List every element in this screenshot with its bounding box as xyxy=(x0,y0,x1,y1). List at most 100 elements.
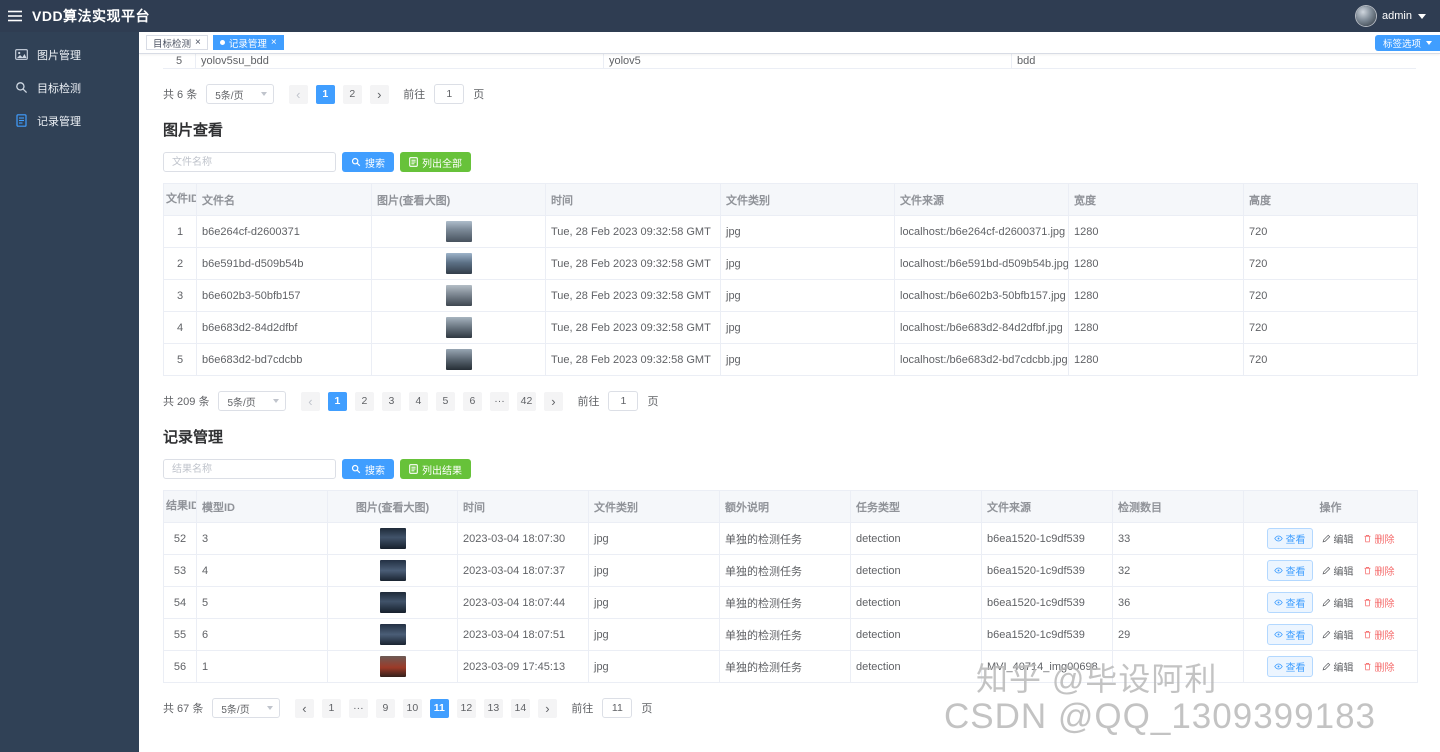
edit-button[interactable]: 编辑 xyxy=(1322,595,1354,610)
file-source-cell: localhost:/b6e264cf-d2600371.jpg xyxy=(894,215,1069,248)
sidebar-item-image-management[interactable]: 图片管理 xyxy=(0,38,139,71)
page-number-button[interactable]: 9 xyxy=(375,698,395,718)
app-title: VDD算法实现平台 xyxy=(32,8,151,24)
delete-button[interactable]: 删除 xyxy=(1363,627,1395,642)
page-number-button[interactable]: 11 xyxy=(429,698,449,718)
note-cell: 单独的检测任务 xyxy=(719,586,851,619)
column-header: 任务类型 xyxy=(850,490,982,523)
delete-button[interactable]: 删除 xyxy=(1363,563,1395,578)
record-section-title: 记录管理 xyxy=(163,429,224,446)
total-count: 共 6 条 xyxy=(163,89,198,101)
view-button[interactable]: 查看 xyxy=(1266,560,1313,581)
page-number-button[interactable]: 12 xyxy=(456,698,476,718)
image-thumbnail[interactable] xyxy=(445,317,472,338)
prev-page-button[interactable]: ‹ xyxy=(294,698,314,718)
page-size-select[interactable]: 5条/页 xyxy=(206,84,275,104)
goto-page-input[interactable] xyxy=(608,391,639,411)
edit-button[interactable]: 编辑 xyxy=(1322,563,1354,578)
sidebar-item-record-management[interactable]: 记录管理 xyxy=(0,104,139,137)
page-unit-label: 页 xyxy=(473,89,485,101)
sidebar-item-target-detection[interactable]: 目标检测 xyxy=(0,71,139,104)
edit-button[interactable]: 编辑 xyxy=(1322,659,1354,674)
image-thumbnail[interactable] xyxy=(379,560,406,581)
image-thumbnail[interactable] xyxy=(445,253,472,274)
note-cell: 单独的检测任务 xyxy=(719,618,851,651)
model-id-cell: 6 xyxy=(196,618,328,651)
page-number-button[interactable]: 10 xyxy=(402,698,422,718)
image-cell xyxy=(371,311,546,344)
detect-count-cell: 29 xyxy=(1112,618,1244,651)
list-all-button[interactable]: 列出全部 xyxy=(400,152,471,172)
page-number-button[interactable]: 3 xyxy=(381,391,401,411)
table-row: 53 4 2023-03-04 18:07:37 jpg 单独的检测任务 det… xyxy=(163,554,1418,587)
record-table: 结果ID 模型ID 图片(查看大图) 时间 文件类别 额外说明 任务类型 文件来… xyxy=(163,490,1418,683)
page-number-button[interactable]: 14 xyxy=(510,698,530,718)
image-cell xyxy=(371,279,546,312)
next-page-button[interactable]: › xyxy=(537,698,557,718)
page-number-button[interactable]: 2 xyxy=(342,84,362,104)
edit-button[interactable]: 编辑 xyxy=(1322,531,1354,546)
page-number-button[interactable]: 6 xyxy=(462,391,482,411)
result-search-input[interactable] xyxy=(163,459,336,479)
user-menu[interactable]: admin xyxy=(1356,6,1426,26)
delete-button[interactable]: 删除 xyxy=(1363,659,1395,674)
tab-target-detection[interactable]: 目标检测 × xyxy=(146,35,208,50)
more-pages-button[interactable]: ··· xyxy=(348,698,368,718)
image-thumbnail[interactable] xyxy=(379,592,406,613)
page-number-button[interactable]: 4 xyxy=(408,391,428,411)
close-icon[interactable]: × xyxy=(195,37,201,48)
time-cell: 2023-03-04 18:07:37 xyxy=(457,554,589,587)
delete-button[interactable]: 删除 xyxy=(1363,531,1395,546)
search-button[interactable]: 搜索 xyxy=(342,152,394,172)
task-type-cell: detection xyxy=(850,586,982,619)
result-id-cell: 52 xyxy=(163,522,197,555)
file-source-cell: localhost:/b6e591bd-d509b54b.jpg xyxy=(894,247,1069,280)
image-thumbnail[interactable] xyxy=(445,349,472,370)
goto-page-input[interactable] xyxy=(434,84,465,104)
search-button[interactable]: 搜索 xyxy=(342,459,394,479)
column-header: 文件名 xyxy=(196,183,372,216)
table-row: 1 b6e264cf-d2600371 Tue, 28 Feb 2023 09:… xyxy=(163,215,1418,248)
detect-count-cell xyxy=(1112,650,1244,683)
page-number-button[interactable]: 5 xyxy=(435,391,455,411)
page-size-select[interactable]: 5条/页 xyxy=(218,391,287,411)
next-page-button[interactable]: › xyxy=(369,84,389,104)
image-thumbnail[interactable] xyxy=(379,656,406,677)
image-thumbnail[interactable] xyxy=(379,528,406,549)
next-page-button[interactable]: › xyxy=(543,391,563,411)
filename-search-input[interactable] xyxy=(163,152,336,172)
image-thumbnail[interactable] xyxy=(445,285,472,306)
page-size-select[interactable]: 5条/页 xyxy=(212,698,281,718)
page-number-button[interactable]: 42 xyxy=(516,391,536,411)
delete-button[interactable]: 删除 xyxy=(1363,595,1395,610)
file-type-cell: jpg xyxy=(720,279,895,312)
page-number-button[interactable]: 1 xyxy=(315,84,335,104)
prev-page-button[interactable]: ‹ xyxy=(288,84,308,104)
tag-options-button[interactable]: 标签选项 xyxy=(1374,35,1440,51)
image-thumbnail[interactable] xyxy=(445,221,472,242)
page-number-button[interactable]: 2 xyxy=(354,391,374,411)
page-number-button[interactable]: 1 xyxy=(321,698,341,718)
goto-page-input[interactable] xyxy=(602,698,633,718)
list-results-button[interactable]: 列出结果 xyxy=(400,459,471,479)
close-icon[interactable]: × xyxy=(271,37,277,48)
goto-label: 前往 xyxy=(577,396,600,408)
tab-record-management[interactable]: 记录管理 × xyxy=(212,35,284,50)
file-name-cell: b6e591bd-d509b54b xyxy=(196,247,372,280)
image-thumbnail[interactable] xyxy=(379,624,406,645)
page-number-button[interactable]: 1 xyxy=(327,391,347,411)
edit-button[interactable]: 编辑 xyxy=(1322,627,1354,642)
file-type-cell: jpg xyxy=(588,522,720,555)
file-type-cell: jpg xyxy=(588,650,720,683)
avatar[interactable] xyxy=(1356,6,1377,26)
view-button[interactable]: 查看 xyxy=(1266,528,1313,549)
view-button[interactable]: 查看 xyxy=(1266,656,1313,677)
table-header-row: 文件ID 文件名 图片(查看大图) 时间 文件类别 文件来源 宽度 高度 xyxy=(163,183,1418,216)
task-type-cell: detection xyxy=(850,618,982,651)
menu-toggle-icon[interactable] xyxy=(0,0,30,32)
more-pages-button[interactable]: ··· xyxy=(489,391,509,411)
page-number-button[interactable]: 13 xyxy=(483,698,503,718)
view-button[interactable]: 查看 xyxy=(1266,624,1313,645)
view-button[interactable]: 查看 xyxy=(1266,592,1313,613)
prev-page-button[interactable]: ‹ xyxy=(300,391,320,411)
